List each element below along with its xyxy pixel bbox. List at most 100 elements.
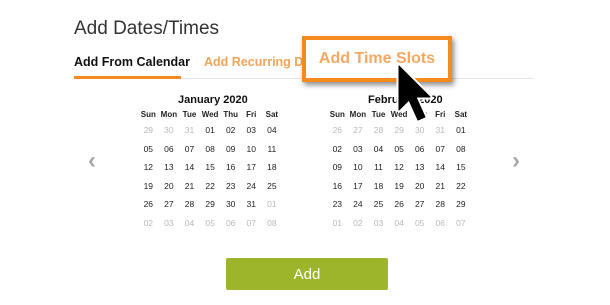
active-tab-indicator bbox=[74, 76, 181, 79]
calendar-day[interactable]: 02 bbox=[327, 140, 348, 159]
calendar-day-outside-month[interactable]: 02 bbox=[348, 214, 369, 233]
calendar-day-outside-month[interactable]: 02 bbox=[138, 214, 159, 233]
calendar-day[interactable]: 18 bbox=[262, 158, 283, 177]
calendar-day-outside-month[interactable]: 07 bbox=[241, 214, 262, 233]
calendar-day[interactable]: 28 bbox=[430, 195, 451, 214]
calendar-day-outside-month[interactable]: 06 bbox=[430, 214, 451, 233]
calendar-day-outside-month[interactable]: 31 bbox=[179, 121, 200, 140]
calendar-day[interactable]: 25 bbox=[368, 195, 389, 214]
calendar-day-outside-month[interactable]: 04 bbox=[389, 214, 410, 233]
calendar-day[interactable]: 07 bbox=[179, 140, 200, 159]
calendar-day[interactable]: 01 bbox=[451, 121, 472, 140]
calendar-day[interactable]: 06 bbox=[409, 140, 430, 159]
calendar-day[interactable]: 13 bbox=[159, 158, 180, 177]
calendar-day[interactable]: 26 bbox=[138, 195, 159, 214]
weekday-label: Sat bbox=[265, 110, 279, 119]
calendar-day[interactable]: 08 bbox=[200, 140, 221, 159]
calendar-day[interactable]: 10 bbox=[241, 140, 262, 159]
calendar-day[interactable]: 13 bbox=[409, 158, 430, 177]
calendar-day[interactable]: 11 bbox=[262, 140, 283, 159]
weekday-label: Sat bbox=[454, 110, 468, 119]
weekday-label: Thu bbox=[223, 110, 238, 119]
calendar-day[interactable]: 30 bbox=[220, 195, 241, 214]
weekday-label: Sun bbox=[140, 110, 156, 119]
calendar-day[interactable]: 29 bbox=[451, 195, 472, 214]
calendar-day[interactable]: 19 bbox=[389, 177, 410, 196]
calendar-week-row: 16 17 18 19 20 21 22 bbox=[327, 177, 471, 196]
calendar-day-outside-month[interactable]: 01 bbox=[327, 214, 348, 233]
calendar-day[interactable]: 10 bbox=[348, 158, 369, 177]
calendar-day[interactable]: 16 bbox=[327, 177, 348, 196]
weekday-label: Tue bbox=[182, 110, 197, 119]
calendar-day-outside-month[interactable]: 30 bbox=[159, 121, 180, 140]
calendar-day-outside-month[interactable]: 27 bbox=[348, 121, 369, 140]
calendar-day[interactable]: 27 bbox=[159, 195, 180, 214]
calendar-day-outside-month[interactable]: 05 bbox=[409, 214, 430, 233]
calendar-day-outside-month[interactable]: 28 bbox=[368, 121, 389, 140]
tab-add-recurring-dates[interactable]: Add Recurring Dates bbox=[204, 55, 303, 69]
add-button[interactable]: Add bbox=[226, 258, 388, 290]
calendar-day[interactable]: 11 bbox=[368, 158, 389, 177]
calendar-day[interactable]: 08 bbox=[451, 140, 472, 159]
calendar-day-outside-month[interactable]: 01 bbox=[262, 195, 283, 214]
calendar-day-outside-month[interactable]: 26 bbox=[327, 121, 348, 140]
calendar-day[interactable]: 24 bbox=[241, 177, 262, 196]
calendar-day[interactable]: 21 bbox=[430, 177, 451, 196]
calendar-day[interactable]: 12 bbox=[138, 158, 159, 177]
calendar-day[interactable]: 22 bbox=[200, 177, 221, 196]
calendar-day[interactable]: 24 bbox=[348, 195, 369, 214]
calendar-day-outside-month[interactable]: 03 bbox=[368, 214, 389, 233]
calendar-day[interactable]: 26 bbox=[389, 195, 410, 214]
calendar-day[interactable]: 16 bbox=[220, 158, 241, 177]
calendar-day[interactable]: 03 bbox=[241, 121, 262, 140]
calendar-week-row: 02 03 04 05 06 07 08 bbox=[327, 140, 471, 159]
calendar-day[interactable]: 14 bbox=[179, 158, 200, 177]
calendar-day[interactable]: 06 bbox=[159, 140, 180, 159]
calendar-day[interactable]: 14 bbox=[430, 158, 451, 177]
calendar-day[interactable]: 17 bbox=[348, 177, 369, 196]
calendar-day-outside-month[interactable]: 29 bbox=[138, 121, 159, 140]
calendar-days: 29 30 31 01 02 03 04 05 06 07 08 09 10 11 12 13 14 15 16 17… bbox=[138, 121, 282, 232]
calendar-day[interactable]: 20 bbox=[409, 177, 430, 196]
weekday-label: Tue bbox=[371, 110, 386, 119]
calendar-day[interactable]: 01 bbox=[200, 121, 221, 140]
calendar-day[interactable]: 18 bbox=[368, 177, 389, 196]
calendar-day[interactable]: 02 bbox=[220, 121, 241, 140]
calendar-day-outside-month[interactable]: 06 bbox=[220, 214, 241, 233]
calendar-day[interactable]: 31 bbox=[241, 195, 262, 214]
calendar-day[interactable]: 17 bbox=[241, 158, 262, 177]
calendar-week-row: 01 02 03 04 05 06 07 bbox=[327, 214, 471, 233]
calendar-week-row: 12 13 14 15 16 17 18 bbox=[138, 158, 282, 177]
calendar-day[interactable]: 09 bbox=[220, 140, 241, 159]
calendar-day[interactable]: 19 bbox=[138, 177, 159, 196]
calendar-day-outside-month[interactable]: 04 bbox=[179, 214, 200, 233]
calendar-day[interactable]: 05 bbox=[389, 140, 410, 159]
calendar-day-outside-month[interactable]: 08 bbox=[262, 214, 283, 233]
calendar-day[interactable]: 23 bbox=[220, 177, 241, 196]
calendar-day[interactable]: 28 bbox=[179, 195, 200, 214]
calendar-day-outside-month[interactable]: 07 bbox=[451, 214, 472, 233]
calendar-day[interactable]: 20 bbox=[159, 177, 180, 196]
calendar-day[interactable]: 27 bbox=[409, 195, 430, 214]
calendar-day[interactable]: 12 bbox=[389, 158, 410, 177]
calendar-week-row: 05 06 07 08 09 10 11 bbox=[138, 140, 282, 159]
calendar-day[interactable]: 04 bbox=[368, 140, 389, 159]
calendar-day[interactable]: 21 bbox=[179, 177, 200, 196]
calendar-day[interactable]: 15 bbox=[451, 158, 472, 177]
calendar-day[interactable]: 09 bbox=[327, 158, 348, 177]
chevron-right-icon[interactable]: › bbox=[512, 149, 520, 173]
calendar-day[interactable]: 25 bbox=[262, 177, 283, 196]
calendar-day[interactable]: 23 bbox=[327, 195, 348, 214]
weekday-label: Wed bbox=[201, 110, 219, 119]
calendar-day[interactable]: 07 bbox=[430, 140, 451, 159]
calendar-day[interactable]: 29 bbox=[200, 195, 221, 214]
tab-add-from-calendar[interactable]: Add From Calendar bbox=[74, 55, 190, 69]
chevron-left-icon[interactable]: ‹ bbox=[88, 149, 96, 173]
calendar-day-outside-month[interactable]: 05 bbox=[200, 214, 221, 233]
calendar-day[interactable]: 05 bbox=[138, 140, 159, 159]
calendar-day[interactable]: 04 bbox=[262, 121, 283, 140]
calendar-day[interactable]: 22 bbox=[451, 177, 472, 196]
calendar-day-outside-month[interactable]: 03 bbox=[159, 214, 180, 233]
calendar-day[interactable]: 15 bbox=[200, 158, 221, 177]
calendar-day[interactable]: 03 bbox=[348, 140, 369, 159]
